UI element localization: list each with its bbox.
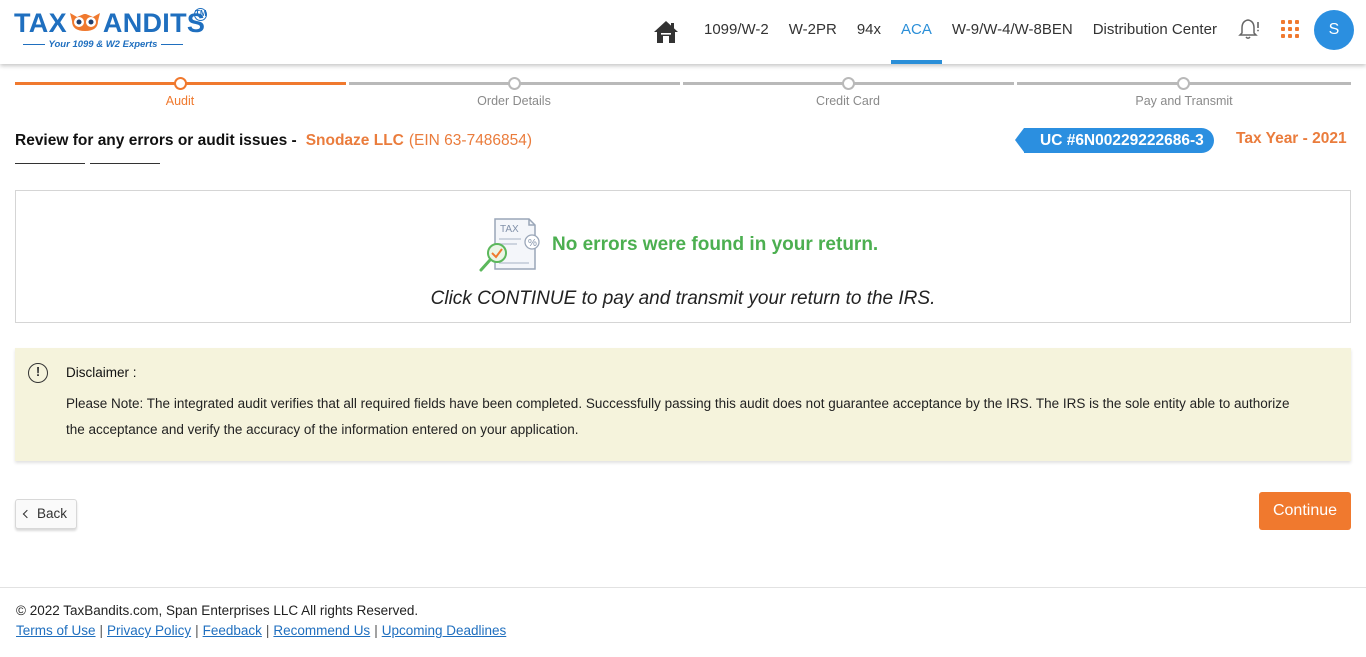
bell-icon[interactable] bbox=[1237, 17, 1261, 41]
uc-number-badge: UC #6N00229222686-3 bbox=[1015, 128, 1214, 153]
disclaimer-text: Please Note: The integrated audit verifi… bbox=[66, 396, 1290, 437]
nav-aca[interactable]: ACA bbox=[891, 0, 942, 64]
svg-text:%: % bbox=[528, 238, 537, 249]
nav-1099-w2[interactable]: 1099/W-2 bbox=[694, 0, 779, 64]
upcoming-deadlines-link[interactable]: Upcoming Deadlines bbox=[382, 623, 507, 638]
step-label: Audit bbox=[165, 94, 195, 108]
exclamation-icon: ! bbox=[28, 363, 48, 383]
step-dot bbox=[842, 77, 855, 90]
terms-of-use-link[interactable]: Terms of Use bbox=[16, 623, 96, 638]
taxbandits-logo[interactable]: TAX ANDITS TM Your 1099 & W2 Experts bbox=[14, 8, 214, 54]
step-credit-card: Credit Card bbox=[683, 76, 1014, 110]
copyright-text: © 2022 TaxBandits.com, Span Enterprises … bbox=[16, 603, 419, 618]
step-label: Credit Card bbox=[816, 94, 880, 108]
progress-stepper: Audit Order Details Credit Card Pay and … bbox=[15, 76, 1351, 110]
logo-tagline: Your 1099 & W2 Experts bbox=[14, 39, 192, 50]
logo-text-right: ANDITS bbox=[102, 8, 206, 38]
recommend-us-link[interactable]: Recommend Us bbox=[273, 623, 370, 638]
step-label: Pay and Transmit bbox=[1135, 94, 1233, 108]
continue-button[interactable]: Continue bbox=[1259, 492, 1351, 530]
company-ein: (EIN 63-7486854) bbox=[408, 132, 533, 149]
feedback-link[interactable]: Feedback bbox=[203, 623, 262, 638]
step-dot bbox=[1177, 77, 1190, 90]
continue-instruction: Click CONTINUE to pay and transmit your … bbox=[430, 288, 936, 309]
logo-wordmark: TAX ANDITS bbox=[14, 8, 205, 38]
back-button-label: Back bbox=[37, 506, 68, 521]
home-icon[interactable] bbox=[652, 18, 680, 46]
step-dot bbox=[174, 77, 187, 90]
tax-audit-icon: TAX % bbox=[477, 215, 541, 277]
svg-text:TAX: TAX bbox=[500, 224, 519, 235]
top-header: TAX ANDITS TM Your 1099 & W2 Experts 109… bbox=[0, 0, 1366, 64]
owl-icon bbox=[68, 9, 102, 31]
trademark-badge: TM bbox=[194, 8, 207, 21]
nav-w9-w4-w8ben[interactable]: W-9/W-4/W-8BEN bbox=[942, 0, 1083, 64]
step-audit: Audit bbox=[15, 76, 346, 110]
disclaimer-title: Disclaimer : bbox=[66, 365, 137, 380]
footer-divider bbox=[0, 587, 1366, 588]
tax-year-label: Tax Year - 2021 bbox=[1236, 130, 1347, 147]
step-dot bbox=[508, 77, 521, 90]
privacy-policy-link[interactable]: Privacy Policy bbox=[107, 623, 191, 638]
nav-w2pr[interactable]: W-2PR bbox=[779, 0, 847, 64]
chevron-left-icon bbox=[22, 509, 32, 519]
audit-result-panel: TAX % No errors were found in your retur… bbox=[15, 190, 1351, 323]
user-avatar[interactable]: S bbox=[1314, 10, 1354, 50]
main-nav: 1099/W-2 W-2PR 94x ACA W-9/W-4/W-8BEN Di… bbox=[652, 0, 1227, 64]
disclaimer-panel: ! Disclaimer : Please Note: The integrat… bbox=[15, 348, 1351, 461]
company-name: Snodaze LLC bbox=[305, 132, 404, 149]
logo-text-left: TAX bbox=[14, 8, 67, 38]
footer-links: Terms of Use | Privacy Policy | Feedback | Rec… bbox=[16, 623, 507, 638]
nav-distribution-center[interactable]: Distribution Center bbox=[1083, 0, 1227, 64]
no-errors-message: No errors were found in your return. bbox=[552, 234, 879, 255]
page-title: Review for any errors or audit issues - bbox=[15, 132, 297, 149]
apps-grid-icon[interactable] bbox=[1281, 20, 1299, 38]
back-button[interactable]: Back bbox=[15, 499, 77, 529]
nav-94x[interactable]: 94x bbox=[847, 0, 891, 64]
review-title-row: Review for any errors or audit issues - … bbox=[15, 130, 532, 152]
step-order-details: Order Details bbox=[349, 76, 680, 110]
step-pay-and-transmit: Pay and Transmit bbox=[1017, 76, 1351, 110]
step-label: Order Details bbox=[477, 94, 551, 108]
